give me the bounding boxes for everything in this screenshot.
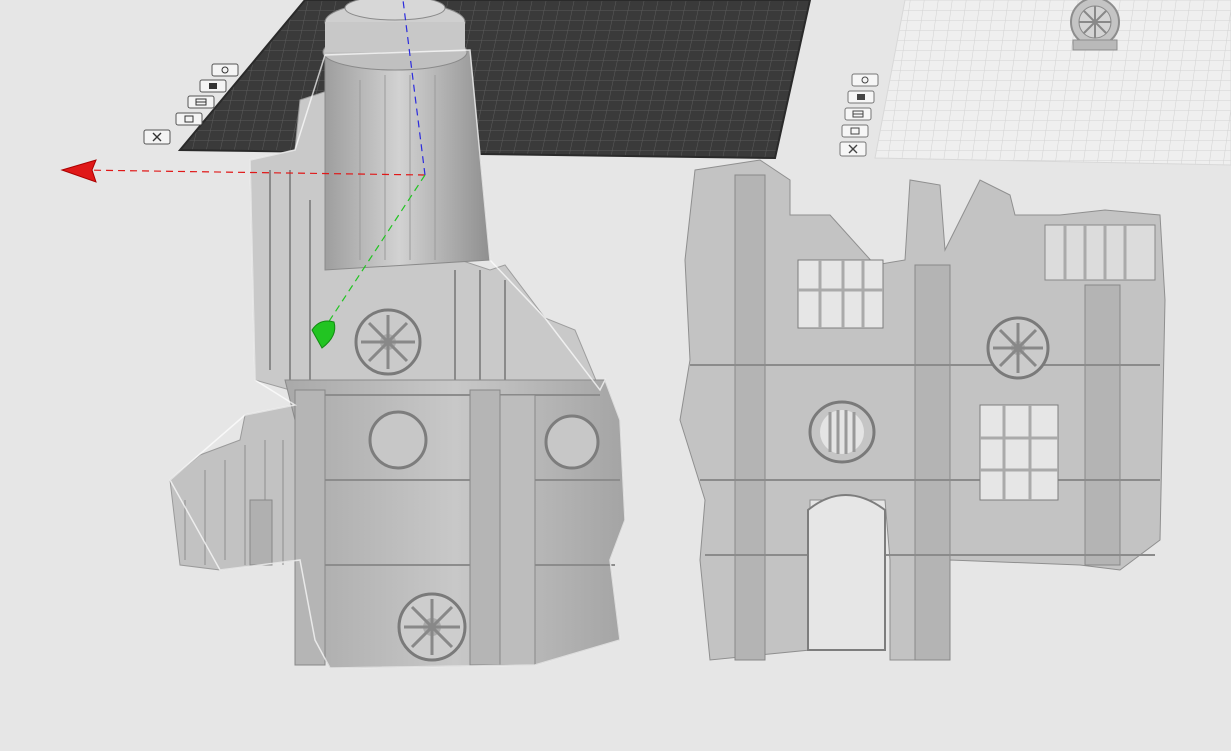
auto-layout-icon[interactable] bbox=[844, 107, 872, 121]
vent-fan-icon bbox=[397, 592, 467, 662]
vent-fan-icon bbox=[986, 316, 1050, 380]
plate-settings-icon[interactable] bbox=[175, 112, 203, 126]
arrange-icon[interactable] bbox=[847, 90, 875, 104]
round-window-icon bbox=[808, 400, 876, 464]
active-build-plate[interactable] bbox=[177, 0, 812, 160]
orient-icon[interactable] bbox=[851, 73, 879, 87]
delete-plate-icon[interactable] bbox=[839, 141, 867, 157]
inactive-build-plate[interactable] bbox=[874, 0, 1231, 166]
vent-fan-icon bbox=[354, 308, 422, 376]
plate-settings-icon[interactable] bbox=[841, 124, 869, 138]
arrange-icon[interactable] bbox=[199, 79, 227, 93]
fan-part-model[interactable] bbox=[1070, 0, 1120, 51]
delete-plate-icon[interactable] bbox=[143, 129, 171, 145]
x-axis-handle-icon[interactable] bbox=[60, 159, 97, 183]
3d-viewport[interactable] bbox=[0, 0, 1231, 751]
ruined-building-model[interactable] bbox=[679, 159, 1166, 661]
auto-layout-icon[interactable] bbox=[187, 95, 215, 109]
orient-icon[interactable] bbox=[211, 63, 239, 77]
inactive-plate-toolbar bbox=[839, 73, 879, 157]
